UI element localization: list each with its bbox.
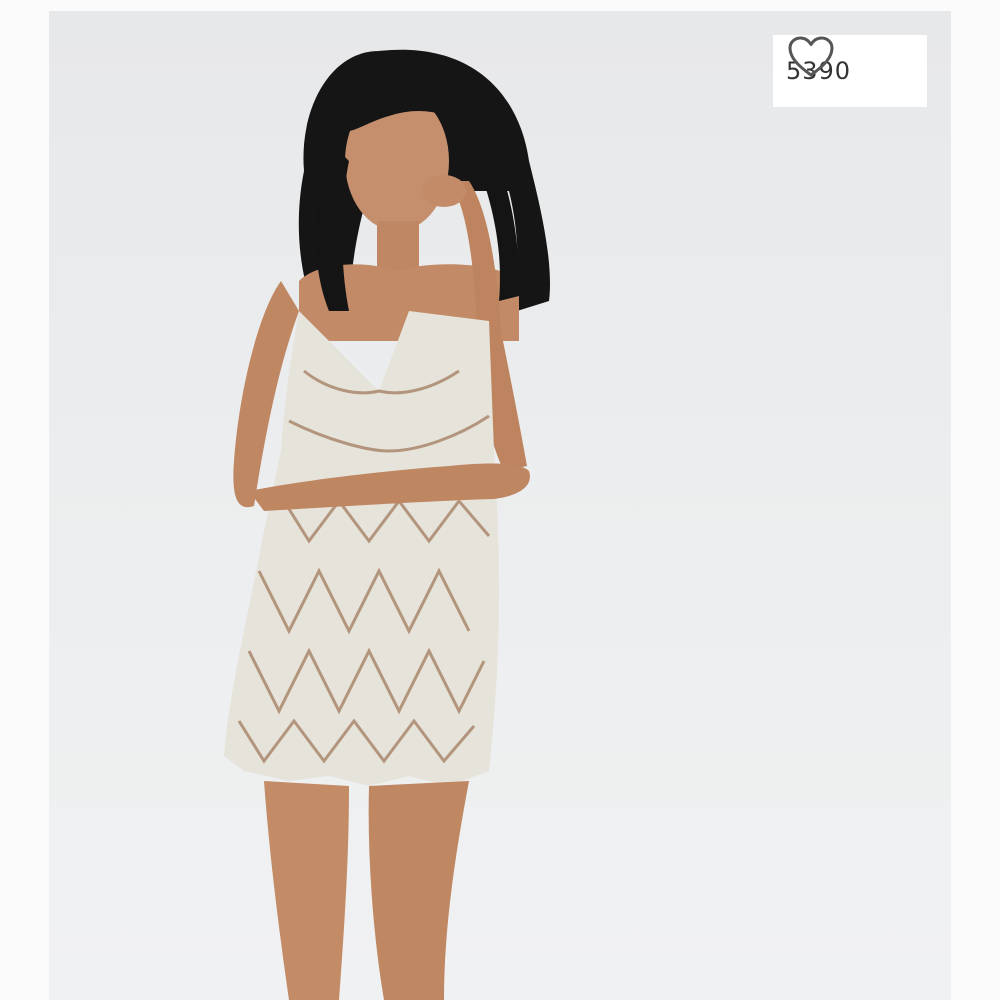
model-illustration xyxy=(224,49,550,1000)
heart-outline-icon[interactable] xyxy=(787,35,835,79)
like-badge[interactable]: 5390 xyxy=(773,35,927,107)
product-photo[interactable]: 5390 xyxy=(49,11,951,1000)
listing-frame: 5390 xyxy=(0,0,1000,1000)
